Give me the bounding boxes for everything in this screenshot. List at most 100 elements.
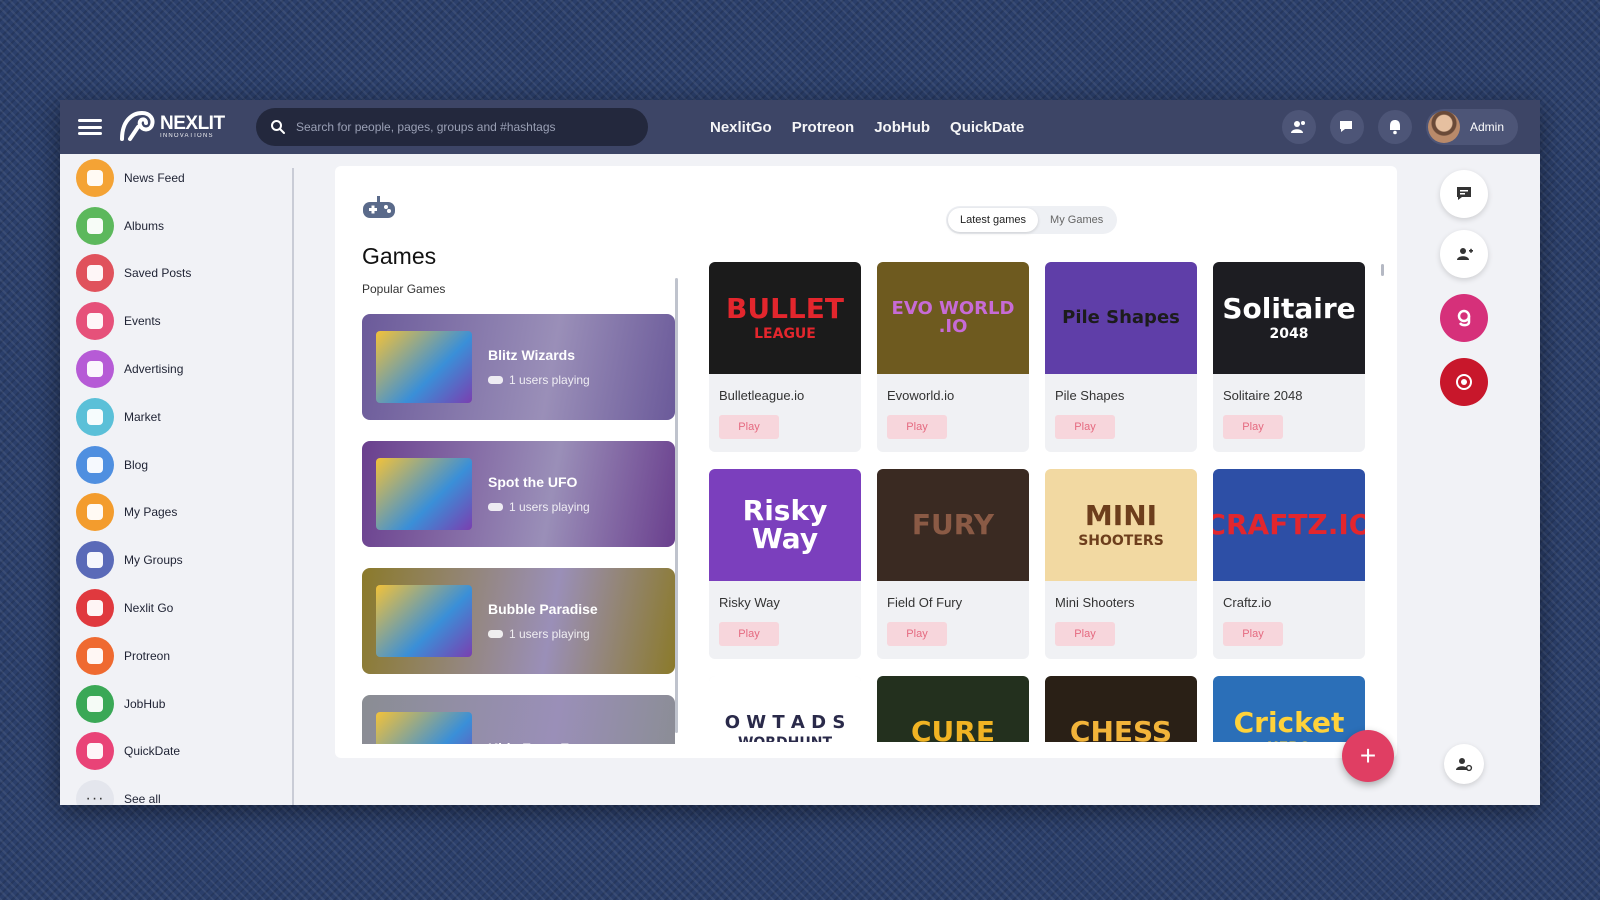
sidebar-item-label: Albums — [124, 218, 165, 233]
sidebar-item-my-groups[interactable]: My Groups — [60, 536, 292, 584]
friends-button[interactable] — [1281, 110, 1316, 144]
menu-icon[interactable] — [78, 119, 102, 135]
play-button[interactable]: Play — [887, 622, 947, 646]
sidebar-item-label: Blog — [124, 457, 149, 472]
user-menu[interactable]: Admin — [1425, 109, 1518, 145]
game-card[interactable]: Risky Way Risky Way Play — [709, 469, 861, 659]
sidebar-item-events[interactable]: Events — [60, 297, 292, 345]
players-count: 1 users playing — [488, 373, 590, 387]
sidebar-item-advertising[interactable]: Advertising — [60, 345, 292, 393]
game-card[interactable]: EVO WORLD .IO Evoworld.io Play — [877, 262, 1029, 452]
nav-jobhub[interactable]: JobHub — [874, 119, 930, 136]
game-card[interactable]: BULLET LEAGUE Bulletleague.io Play — [709, 262, 861, 452]
game-card[interactable]: CHESS — [1045, 676, 1197, 742]
play-button[interactable]: Play — [1223, 415, 1283, 439]
logo[interactable]: NEXLIT INNOVATIONS — [116, 107, 236, 147]
thumbnail-title: Pile Shapes — [1062, 307, 1180, 328]
game-thumbnail: O W T A D S WORDHUNT — [709, 676, 861, 742]
games-tabs: Latest games My Games — [946, 206, 1118, 234]
popular-game-card[interactable]: Bubble Paradise 1 users playing — [362, 568, 675, 674]
play-icon — [76, 589, 114, 628]
nexlit-logo-icon — [120, 110, 155, 141]
game-card[interactable]: Cricket HERO — [1213, 676, 1365, 742]
thumbnail-subtitle: 2048 — [1269, 326, 1309, 342]
play-button[interactable]: Play — [719, 622, 779, 646]
briefcase-icon-glyph — [87, 695, 103, 712]
game-card[interactable]: MINI SHOOTERS Mini Shooters Play — [1045, 469, 1197, 659]
game-card[interactable]: FURY Field Of Fury Play — [877, 469, 1029, 659]
nav-quickdate[interactable]: QuickDate — [950, 119, 1024, 136]
create-fab-button[interactable]: + — [1342, 730, 1394, 782]
game-thumbnail: CHESS — [1045, 676, 1197, 742]
bookmark-icon-glyph — [87, 265, 103, 282]
play-button[interactable]: Play — [1055, 415, 1115, 439]
game-name: Evoworld.io — [887, 388, 955, 403]
search-bar[interactable] — [256, 108, 648, 146]
user-search-rail-button[interactable] — [1444, 744, 1484, 784]
sidebar-item-news-feed[interactable]: News Feed — [60, 154, 292, 202]
contact-avatar-2[interactable] — [1440, 358, 1488, 406]
popular-game-name: Kids Farm Fun — [488, 740, 586, 744]
popular-game-card[interactable]: Blitz Wizards 1 users playing — [362, 314, 675, 420]
popular-game-name: Blitz Wizards — [488, 347, 575, 363]
more-dots-icon: ··· — [76, 780, 114, 805]
players-count-text: 1 users playing — [509, 373, 590, 387]
play-button[interactable]: Play — [719, 415, 779, 439]
play-button[interactable]: Play — [1055, 622, 1115, 646]
popular-scrollbar[interactable] — [675, 278, 678, 733]
add-friends-rail-button[interactable] — [1440, 230, 1488, 278]
game-card[interactable]: Pile Shapes Pile Shapes Play — [1045, 262, 1197, 452]
briefcase-icon — [76, 684, 114, 723]
tab-latest-games[interactable]: Latest games — [948, 208, 1039, 232]
play-button[interactable]: Play — [887, 415, 947, 439]
sidebar-item-nexlit-go[interactable]: Nexlit Go — [60, 584, 292, 632]
game-card[interactable]: CRAFTZ.IO Craftz.io Play — [1213, 469, 1365, 659]
gamepad-small-icon — [488, 630, 503, 638]
avatar — [1427, 111, 1460, 143]
popular-game-card[interactable]: Kids Farm Fun — [362, 695, 675, 744]
message-square-icon — [1457, 187, 1471, 200]
page-title: Games — [362, 243, 437, 269]
thumbnail-title: MINI — [1084, 499, 1158, 532]
notifications-button[interactable] — [1377, 110, 1412, 144]
tab-my-games[interactable]: My Games — [1038, 208, 1115, 232]
grid-scrollbar[interactable] — [1381, 264, 1384, 276]
bag-icon-glyph — [87, 408, 103, 425]
thumbnail-subtitle: LEAGUE — [754, 326, 816, 342]
gamepad-icon — [363, 196, 395, 218]
game-card[interactable]: Solitaire 2048 Solitaire 2048 Play — [1213, 262, 1365, 452]
users-plus-icon — [1457, 248, 1473, 260]
groups-icon — [76, 541, 114, 580]
sidebar-item-label: Market — [124, 409, 161, 424]
see-all-label: See all — [124, 792, 161, 805]
sidebar-item-jobhub[interactable]: JobHub — [60, 680, 292, 728]
sidebar-item-market[interactable]: Market — [60, 393, 292, 441]
messages-button[interactable] — [1329, 110, 1364, 144]
sidebar-item-albums[interactable]: Albums — [60, 202, 292, 250]
sidebar-item-my-pages[interactable]: My Pages — [60, 489, 292, 537]
game-card[interactable]: CURE — [877, 676, 1029, 742]
sidebar-see-all[interactable]: ··· See all — [60, 775, 292, 805]
megaphone-icon — [76, 350, 114, 389]
sidebar-item-quickdate[interactable]: QuickDate — [60, 728, 292, 776]
sidebar-item-saved-posts[interactable]: Saved Posts — [60, 250, 292, 298]
nav-protreon[interactable]: Protreon — [792, 119, 855, 136]
chat-rail-button[interactable] — [1440, 170, 1488, 218]
sidebar-item-blog[interactable]: Blog — [60, 441, 292, 489]
popular-game-name: Bubble Paradise — [488, 601, 598, 617]
search-input[interactable] — [296, 120, 634, 134]
game-card[interactable]: O W T A D S WORDHUNT — [709, 676, 861, 742]
nav-nexlitgo[interactable]: NexlitGo — [710, 119, 772, 136]
play-icon-glyph — [87, 600, 103, 617]
popular-games-list: Blitz Wizards 1 users playing Spot the UFO… — [362, 314, 675, 744]
popular-game-card[interactable]: Spot the UFO 1 users playing — [362, 441, 675, 547]
game-thumbnail: BULLET LEAGUE — [709, 262, 861, 374]
thumbnail-title: FURY — [911, 508, 995, 541]
sidebar-item-label: News Feed — [124, 170, 185, 185]
contact-avatar-1[interactable] — [1440, 294, 1488, 342]
flag-icon-glyph — [87, 504, 103, 521]
game-thumbnail: EVO WORLD .IO — [877, 262, 1029, 374]
play-button[interactable]: Play — [1223, 622, 1283, 646]
sidebar-item-protreon[interactable]: Protreon — [60, 632, 292, 680]
thumbnail-title: CRAFTZ.IO — [1213, 508, 1365, 541]
